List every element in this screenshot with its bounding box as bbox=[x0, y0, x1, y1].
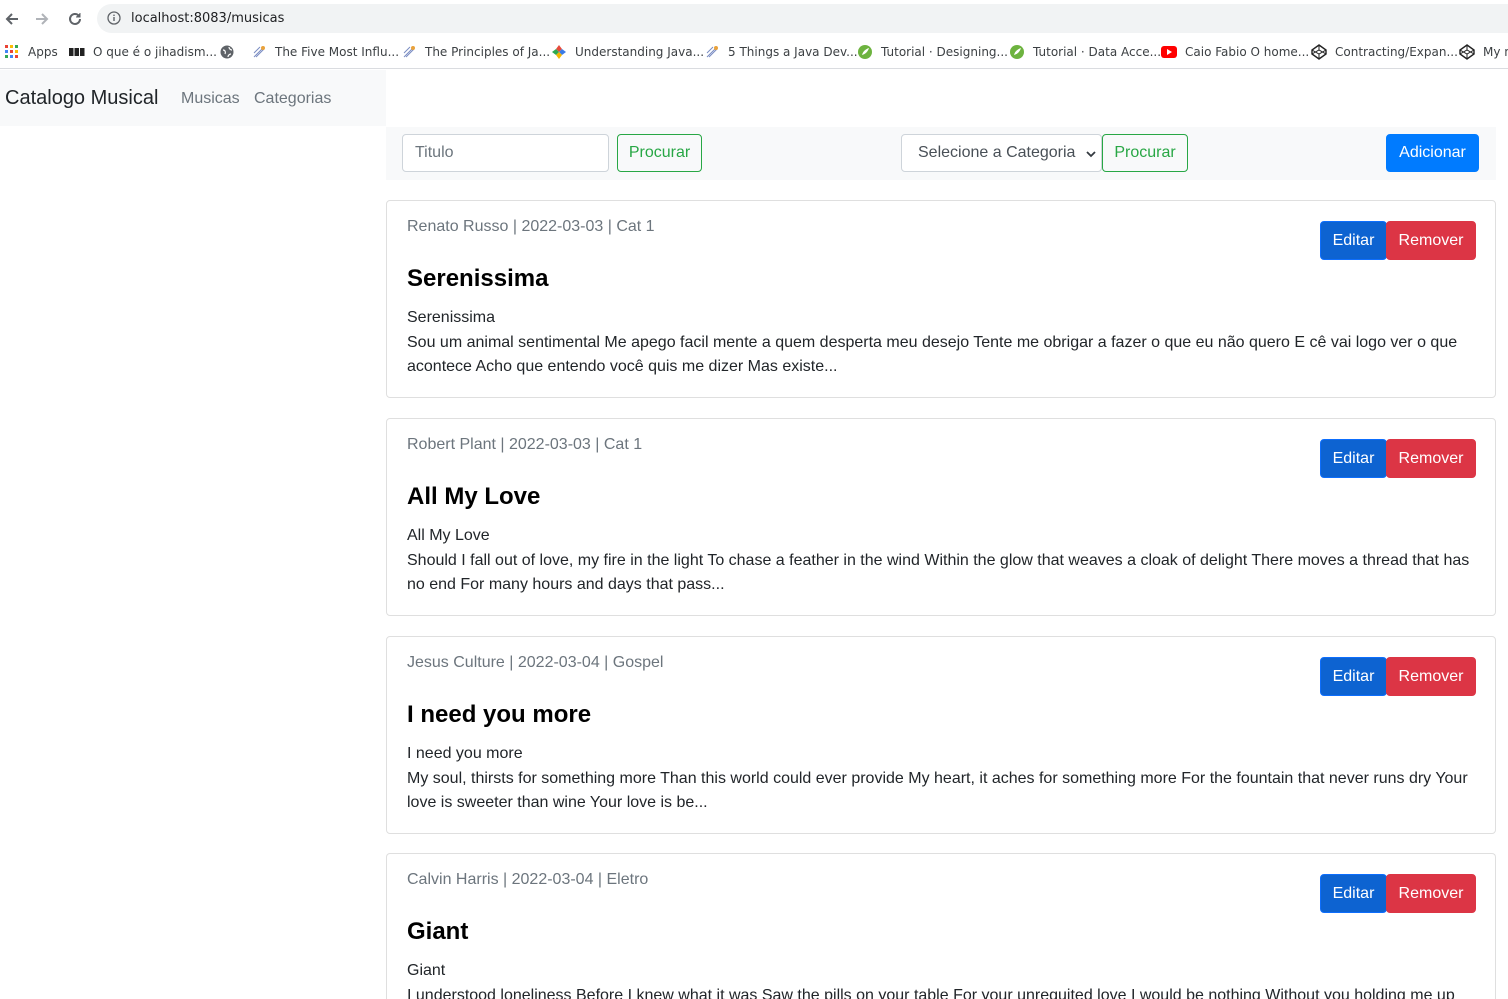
bookmark-label: Understanding Java... bbox=[575, 45, 705, 59]
music-card: Renato Russo | 2022-03-03 | Cat 1 Editar… bbox=[386, 200, 1496, 398]
bookmark-label: Tutorial · Designing... bbox=[881, 45, 1008, 59]
category-select[interactable]: Selecione a Categoria bbox=[901, 134, 1102, 172]
bookmark-item[interactable]: Contracting/Expan... bbox=[1311, 37, 1458, 67]
bookmark-label: Caio Fabio O home... bbox=[1185, 45, 1310, 59]
title-search-input[interactable]: Titulo bbox=[402, 134, 609, 172]
navbar-brand[interactable]: Catalogo Musical bbox=[5, 87, 158, 110]
card-lyrics: Should I fall out of love, my fire in th… bbox=[407, 552, 1470, 593]
music-card: Robert Plant | 2022-03-03 | Cat 1 Editar… bbox=[386, 418, 1496, 616]
url-text[interactable]: localhost:8083/musicas bbox=[131, 11, 284, 26]
edit-button[interactable]: Editar bbox=[1320, 657, 1387, 696]
chevron-down-icon bbox=[1085, 147, 1097, 165]
bbc-icon bbox=[69, 44, 85, 60]
search-title-button[interactable]: Procurar bbox=[617, 134, 702, 172]
bookmark-item[interactable]: Apps bbox=[4, 37, 58, 67]
globe-icon bbox=[219, 44, 235, 60]
spring-icon bbox=[1009, 44, 1025, 60]
music-card: Calvin Harris | 2022-03-04 | Eletro Edit… bbox=[386, 853, 1496, 999]
remove-button[interactable]: Remover bbox=[1386, 874, 1476, 913]
card-meta: Robert Plant | 2022-03-03 | Cat 1 bbox=[407, 436, 643, 453]
bookmarks-bar: Apps O que é o jihadism... The Five Most… bbox=[0, 37, 1508, 69]
bookmark-label: The Five Most Influ... bbox=[275, 45, 400, 59]
bookmark-label: My n bbox=[1483, 45, 1508, 59]
bookmark-item[interactable]: The Principles of Ja... bbox=[401, 37, 550, 67]
add-music-button[interactable]: Adicionar bbox=[1386, 134, 1479, 172]
reload-icon[interactable] bbox=[64, 8, 86, 30]
card-subtitle: All My Love bbox=[407, 527, 490, 544]
music-card: Jesus Culture | 2022-03-04 | Gospel Edit… bbox=[386, 636, 1496, 834]
title-search-placeholder: Titulo bbox=[415, 144, 454, 161]
remove-button[interactable]: Remover bbox=[1386, 221, 1476, 260]
card-meta: Calvin Harris | 2022-03-04 | Eletro bbox=[407, 871, 649, 888]
bookmark-label: 5 Things a Java Dev... bbox=[728, 45, 858, 59]
remove-button[interactable]: Remover bbox=[1386, 439, 1476, 478]
edit-button[interactable]: Editar bbox=[1320, 874, 1387, 913]
nav-link-musicas[interactable]: Musicas bbox=[181, 90, 240, 108]
card-subtitle: Serenissima bbox=[407, 309, 496, 326]
card-title: Serenissima bbox=[407, 265, 549, 292]
bookmark-item[interactable]: O que é o jihadism... bbox=[69, 37, 217, 67]
java-icon bbox=[704, 44, 720, 60]
bookmark-label: O que é o jihadism... bbox=[93, 45, 217, 59]
card-title: All My Love bbox=[407, 483, 541, 510]
bookmark-item[interactable] bbox=[219, 37, 243, 67]
card-title: I need you more bbox=[407, 701, 592, 728]
bookmark-label: Apps bbox=[28, 45, 58, 59]
search-category-button[interactable]: Procurar bbox=[1102, 134, 1188, 172]
bookmark-label: Contracting/Expan... bbox=[1335, 45, 1458, 59]
codepen-icon bbox=[1459, 44, 1475, 60]
bookmark-item[interactable]: Caio Fabio O home... bbox=[1161, 37, 1309, 67]
puzzle-icon bbox=[551, 44, 567, 60]
card-meta: Jesus Culture | 2022-03-04 | Gospel bbox=[407, 654, 664, 671]
bookmark-item[interactable]: The Five Most Influ... bbox=[251, 37, 399, 67]
card-subtitle: Giant bbox=[407, 962, 446, 979]
bookmark-label: The Principles of Ja... bbox=[425, 45, 551, 59]
bookmark-item[interactable]: Tutorial · Data Acce... bbox=[1009, 37, 1161, 67]
card-lyrics: My soul, thirsts for something more Than… bbox=[407, 770, 1468, 811]
youtube-icon bbox=[1161, 44, 1177, 60]
forward-icon[interactable] bbox=[31, 8, 53, 30]
bookmark-item[interactable]: Tutorial · Designing... bbox=[857, 37, 1008, 67]
remove-button[interactable]: Remover bbox=[1386, 657, 1476, 696]
browser-toolbar: localhost:8083/musicas bbox=[0, 0, 1508, 37]
spring-icon bbox=[857, 44, 873, 60]
edit-button[interactable]: Editar bbox=[1320, 439, 1387, 478]
bookmark-item[interactable]: My n bbox=[1459, 37, 1508, 67]
card-subtitle: I need you more bbox=[407, 745, 523, 762]
address-bar[interactable]: localhost:8083/musicas bbox=[97, 4, 1508, 33]
bookmark-item[interactable]: Understanding Java... bbox=[551, 37, 704, 67]
category-select-value: Selecione a Categoria bbox=[918, 144, 1076, 161]
edit-button[interactable]: Editar bbox=[1320, 221, 1387, 260]
info-icon[interactable] bbox=[107, 11, 121, 30]
card-title: Giant bbox=[407, 918, 469, 945]
card-meta: Renato Russo | 2022-03-03 | Cat 1 bbox=[407, 218, 655, 235]
java-icon bbox=[401, 44, 417, 60]
java-icon bbox=[251, 44, 267, 60]
card-lyrics: Sou um animal sentimental Me apego facil… bbox=[407, 334, 1458, 375]
bookmark-item[interactable]: 5 Things a Java Dev... bbox=[704, 37, 858, 67]
card-lyrics: I understood loneliness Before I knew wh… bbox=[407, 987, 1455, 999]
nav-link-categorias[interactable]: Categorias bbox=[254, 90, 331, 108]
back-icon[interactable] bbox=[1, 8, 23, 30]
navbar-blank-area bbox=[386, 70, 1508, 126]
codepen-icon bbox=[1311, 44, 1327, 60]
apps-grid-icon bbox=[4, 44, 20, 60]
bookmark-label: Tutorial · Data Acce... bbox=[1033, 45, 1162, 59]
